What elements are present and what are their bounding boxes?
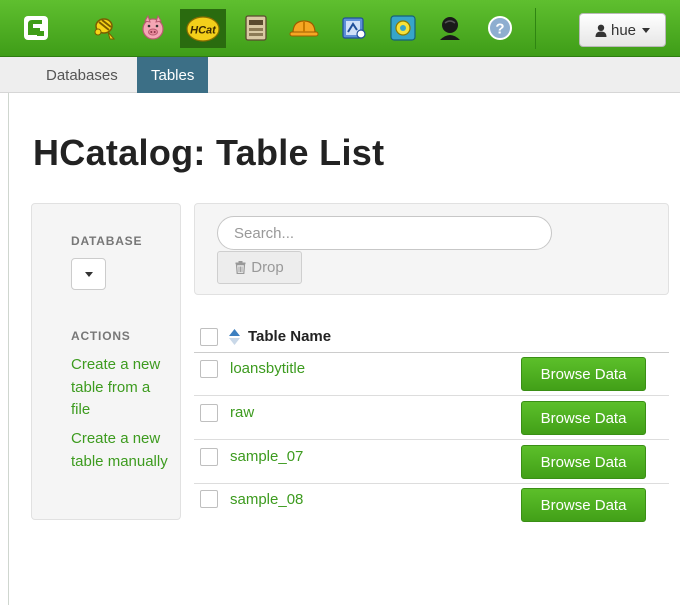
select-all-checkbox[interactable] (200, 328, 218, 346)
table-row: sample_08 Browse Data (194, 484, 669, 528)
browse-data-label: Browse Data (540, 496, 627, 514)
file-browser-icon[interactable] (238, 10, 274, 46)
row-checkbox[interactable] (200, 448, 218, 466)
search-input[interactable] (217, 216, 552, 250)
svg-text:?: ? (495, 21, 504, 38)
browse-data-button[interactable]: Browse Data (521, 401, 646, 435)
page-title: HCatalog: Table List (33, 132, 385, 173)
job-browser-icon[interactable] (385, 10, 421, 46)
drop-button[interactable]: Drop (217, 251, 302, 284)
user-icon (595, 24, 607, 37)
help-icon[interactable]: ? (482, 10, 518, 46)
table-name-link[interactable]: sample_08 (230, 491, 303, 508)
tab-databases-label: Databases (46, 66, 118, 84)
hcatalog-icon[interactable]: HCat (180, 9, 226, 48)
browse-data-label: Browse Data (540, 409, 627, 427)
browse-data-button[interactable]: Browse Data (521, 445, 646, 479)
browse-data-label: Browse Data (540, 453, 627, 471)
sub-navigation: Databases Tables (0, 57, 680, 93)
create-table-manually-link[interactable]: Create a new table manually (71, 428, 171, 473)
chevron-down-icon (642, 27, 651, 33)
beeswax-hive-icon[interactable] (88, 10, 124, 46)
row-checkbox[interactable] (200, 490, 218, 508)
database-select[interactable] (71, 258, 106, 290)
search-panel: Drop (194, 203, 669, 295)
job-designer-icon[interactable] (286, 10, 322, 46)
user-admin-icon[interactable] (432, 10, 468, 46)
toolbar-separator (535, 8, 536, 49)
sidebar: DATABASE ACTIONS Create a new table from… (31, 203, 181, 520)
user-name: hue (610, 21, 637, 39)
hcatalog-icon-label: HCat (190, 24, 217, 36)
page-edge-line (8, 93, 9, 605)
table-name-link[interactable]: sample_07 (230, 448, 303, 465)
sort-ascending-icon[interactable] (229, 329, 240, 345)
row-checkbox[interactable] (200, 360, 218, 378)
table-header-row: Table Name (194, 320, 669, 353)
chevron-down-icon (84, 271, 93, 277)
tab-databases[interactable]: Databases (32, 57, 132, 93)
table-name-link[interactable]: raw (230, 404, 254, 421)
table-row: loansbytitle Browse Data (194, 353, 669, 396)
app-toolbar: HCat ? hue (0, 0, 680, 57)
database-heading: DATABASE (71, 234, 143, 248)
tab-tables[interactable]: Tables (137, 57, 209, 93)
hue-logo-icon[interactable] (18, 10, 54, 46)
pig-icon[interactable] (135, 10, 171, 46)
browse-data-label: Browse Data (540, 365, 627, 383)
browse-data-button[interactable]: Browse Data (521, 357, 646, 391)
create-table-from-file-link[interactable]: Create a new table from a file (71, 354, 171, 422)
trash-icon (235, 261, 246, 274)
actions-heading: ACTIONS (71, 329, 131, 343)
table-row: sample_07 Browse Data (194, 440, 669, 484)
row-checkbox[interactable] (200, 404, 218, 422)
column-header-table-name[interactable]: Table Name (248, 328, 331, 345)
table-row: raw Browse Data (194, 396, 669, 440)
table-name-link[interactable]: loansbytitle (230, 360, 305, 377)
drop-button-label: Drop (251, 259, 284, 276)
tab-tables-label: Tables (151, 66, 195, 84)
browse-data-button[interactable]: Browse Data (521, 488, 646, 522)
user-menu-button[interactable]: hue (579, 13, 666, 47)
oozie-icon[interactable] (336, 10, 372, 46)
